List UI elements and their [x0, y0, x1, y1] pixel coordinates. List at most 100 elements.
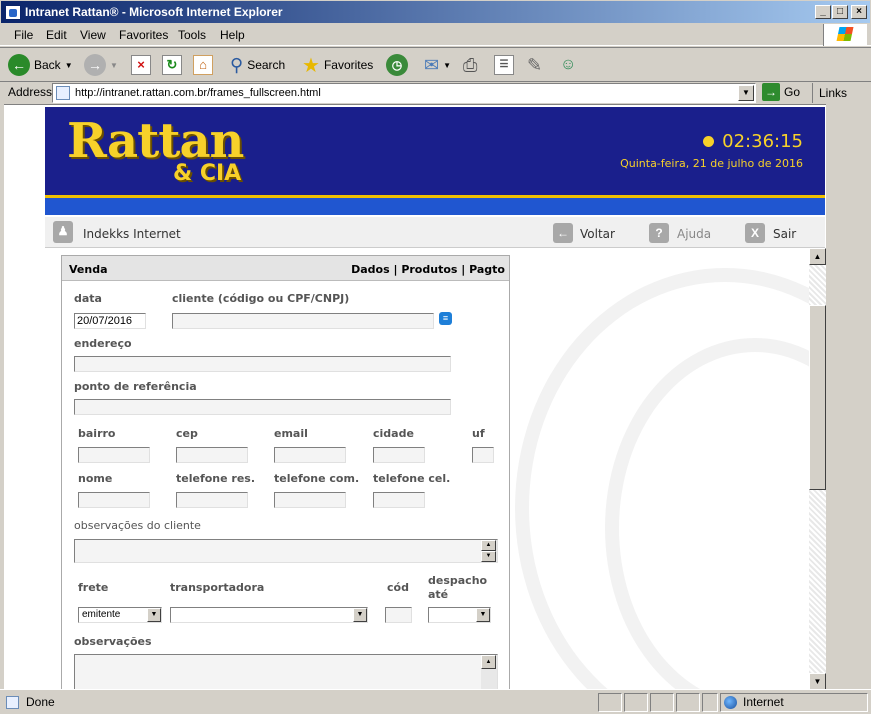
frete-select[interactable]: emitente ▼: [78, 607, 162, 623]
telefone-res-input[interactable]: [176, 492, 248, 508]
header-band: [45, 198, 825, 215]
clock-time: 02:36:15: [722, 131, 803, 152]
menu-favorites[interactable]: Favorites: [119, 28, 168, 42]
despacho-select[interactable]: ▼: [428, 607, 491, 623]
search-icon: ⚲: [230, 54, 244, 75]
panel-tabs[interactable]: Dados | Produtos | Pagto: [351, 263, 505, 276]
scrollbar-thumb[interactable]: [809, 305, 826, 490]
minimize-button[interactable]: _: [815, 5, 831, 19]
chevron-down-icon: ▼: [110, 60, 118, 70]
ponto-referencia-label: ponto de referência: [74, 380, 197, 393]
go-button[interactable]: → Go: [762, 83, 800, 101]
despacho-label: despacho: [428, 574, 488, 587]
scroll-up-button[interactable]: ▲: [481, 540, 496, 551]
uf-input[interactable]: [472, 447, 494, 463]
forward-arrow-icon: →: [84, 54, 106, 76]
client-lookup-icon[interactable]: ≡: [439, 312, 452, 325]
print-icon: ⎙: [463, 54, 478, 75]
messenger-icon: ☺: [560, 56, 577, 73]
transportadora-select[interactable]: ▼: [170, 607, 368, 623]
endereco-label: endereço: [74, 337, 132, 350]
scroll-down-button[interactable]: ▼: [481, 551, 496, 562]
status-cell: [702, 693, 718, 712]
telefone-cel-input[interactable]: [373, 492, 425, 508]
maximize-button[interactable]: □: [832, 5, 848, 19]
transportadora-label: transportadora: [170, 581, 265, 594]
frame-scrollbar[interactable]: ▲ ▼: [809, 248, 826, 689]
menu-file[interactable]: File: [14, 28, 33, 42]
ajuda-link[interactable]: Ajuda: [677, 227, 711, 241]
header-date: Quinta-feira, 21 de julho de 2016: [620, 157, 803, 170]
discuss-button[interactable]: ✎: [527, 52, 542, 78]
telefone-res-label: telefone res.: [176, 472, 256, 485]
site-header: Rattan & CIA 02:36:15 Quinta-feira, 21 d…: [45, 107, 825, 215]
sair-link[interactable]: Sair: [773, 227, 796, 241]
voltar-link[interactable]: Voltar: [580, 227, 615, 241]
address-dropdown-button[interactable]: ▼: [738, 85, 754, 101]
observacoes-label: observações: [74, 635, 152, 648]
exit-icon[interactable]: X: [745, 223, 765, 243]
address-bar: Address http://intranet.rattan.com.br/fr…: [0, 82, 871, 104]
cep-input[interactable]: [176, 447, 248, 463]
page-icon: [56, 86, 70, 100]
links-button[interactable]: Links: [812, 83, 847, 103]
back-icon[interactable]: ←: [553, 223, 573, 243]
bairro-input[interactable]: [78, 447, 150, 463]
scroll-down-button[interactable]: ▼: [809, 673, 826, 689]
print-button[interactable]: ⎙: [463, 52, 477, 78]
ponto-referencia-input[interactable]: [74, 399, 451, 415]
menu-view[interactable]: View: [80, 28, 106, 42]
cep-label: cep: [176, 427, 198, 440]
refresh-icon: ↻: [162, 55, 182, 75]
scroll-up-button[interactable]: ▲: [809, 248, 826, 265]
history-button[interactable]: ◷: [386, 52, 408, 78]
user-name: Indekks Internet: [83, 227, 181, 241]
menu-edit[interactable]: Edit: [46, 28, 67, 42]
address-url: http://intranet.rattan.com.br/frames_ful…: [75, 87, 321, 99]
obs-cliente-textarea[interactable]: ▲ ▼: [74, 539, 498, 563]
telefone-com-input[interactable]: [274, 492, 346, 508]
telefone-cel-label: telefone cel.: [373, 472, 451, 485]
close-button[interactable]: ×: [851, 5, 867, 19]
edit-button[interactable]: ☰: [494, 52, 514, 78]
frete-selected-value: emitente: [82, 609, 121, 620]
endereco-input[interactable]: [74, 356, 451, 372]
mail-button[interactable]: ✉ ▼: [424, 52, 451, 78]
textarea-scrollbar[interactable]: ▲ ▼: [481, 540, 497, 562]
data-label: data: [74, 292, 102, 305]
help-icon[interactable]: ?: [649, 223, 669, 243]
email-input[interactable]: [274, 447, 346, 463]
cidade-input[interactable]: [373, 447, 425, 463]
go-arrow-icon: →: [762, 83, 780, 101]
favorites-button[interactable]: ★ Favorites: [302, 52, 373, 78]
home-button[interactable]: ⌂: [193, 52, 213, 78]
chevron-down-icon: ▼: [147, 608, 161, 622]
messenger-button[interactable]: ☺: [560, 52, 576, 78]
search-button[interactable]: ⚲ Search: [230, 52, 285, 78]
menu-help[interactable]: Help: [220, 28, 245, 42]
status-cell: [650, 693, 674, 712]
forward-button[interactable]: → ▼: [84, 52, 118, 78]
back-button[interactable]: ← Back ▼: [8, 52, 73, 78]
observacoes-textarea[interactable]: ▲: [74, 654, 498, 689]
scroll-up-button[interactable]: ▲: [481, 655, 496, 669]
refresh-button[interactable]: ↻: [162, 52, 182, 78]
page-viewport: Rattan & CIA 02:36:15 Quinta-feira, 21 d…: [4, 104, 826, 689]
stop-button[interactable]: ×: [131, 52, 151, 78]
chevron-down-icon: ▼: [476, 608, 490, 622]
textarea-scrollbar[interactable]: ▲: [481, 655, 497, 689]
address-input[interactable]: http://intranet.rattan.com.br/frames_ful…: [52, 83, 756, 103]
data-input[interactable]: 20/07/2016: [74, 313, 146, 329]
cod-input[interactable]: [385, 607, 412, 623]
edit-icon: ☰: [494, 55, 514, 75]
chevron-down-icon: ▼: [353, 608, 367, 622]
nome-input[interactable]: [78, 492, 150, 508]
menu-tools[interactable]: Tools: [178, 28, 206, 42]
site-logo-sub: & CIA: [173, 161, 242, 186]
page-icon: [6, 696, 19, 709]
menu-bar: File Edit View Favorites Tools Help: [0, 24, 871, 46]
status-cell: [598, 693, 622, 712]
address-label: Address: [8, 85, 53, 99]
cliente-input[interactable]: [172, 313, 434, 329]
clock-icon: [703, 136, 715, 147]
